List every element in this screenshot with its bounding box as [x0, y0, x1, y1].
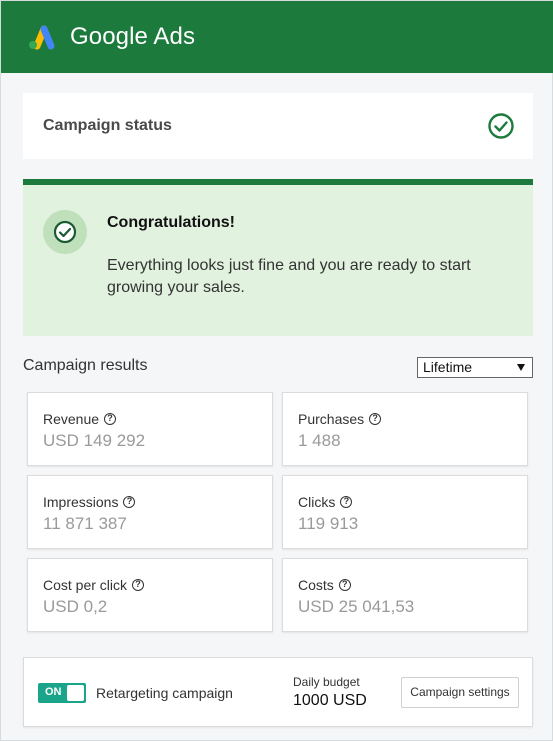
- help-icon[interactable]: ?: [340, 496, 353, 508]
- help-icon[interactable]: ?: [104, 413, 117, 425]
- help-icon[interactable]: ?: [338, 579, 351, 591]
- campaign-status-card: Campaign status: [23, 93, 533, 159]
- metric-label: Revenue: [43, 411, 100, 427]
- metric-label: Impressions: [43, 494, 119, 510]
- period-select[interactable]: Lifetime: [417, 357, 533, 378]
- ads-panel: Google Ads Campaign status Congratulatio…: [0, 0, 553, 741]
- campaign-results-title: Campaign results: [23, 357, 148, 374]
- retargeting-toggle[interactable]: ON: [38, 683, 86, 703]
- daily-budget-value: 1000 USD: [293, 692, 367, 709]
- retargeting-label: Retargeting campaign: [96, 685, 233, 701]
- congrats-title: Congratulations!: [107, 214, 235, 231]
- header-bar: Google Ads: [1, 1, 553, 73]
- toggle-state: ON: [45, 686, 62, 698]
- metric-value: USD 25 041,53: [298, 597, 415, 616]
- metric-label: Costs: [298, 577, 334, 593]
- google-ads-logo-icon: [29, 25, 55, 50]
- metric-card-impressions: Impressions? 11 871 387: [27, 475, 273, 549]
- toggle-knob: [67, 685, 84, 701]
- congrats-badge: [43, 210, 87, 254]
- campaign-status-title: Campaign status: [43, 117, 172, 134]
- metric-label: Cost per click: [43, 577, 128, 593]
- metric-value: USD 149 292: [43, 431, 146, 450]
- congrats-message: Everything looks just fine and you are r…: [107, 257, 471, 296]
- metric-card-clicks: Clicks? 119 913: [282, 475, 528, 549]
- retargeting-card: ON Retargeting campaign Daily budget 100…: [23, 657, 533, 727]
- help-icon[interactable]: ?: [132, 579, 145, 591]
- metric-value: 11 871 387: [43, 514, 127, 533]
- metric-card-purchases: Purchases? 1 488: [282, 392, 528, 466]
- metric-value: 1 488: [298, 431, 341, 450]
- metric-card-costs: Costs? USD 25 041,53: [282, 558, 528, 632]
- metric-label: Clicks: [298, 494, 336, 510]
- campaign-settings-button[interactable]: Campaign settings: [401, 677, 519, 708]
- period-select-value: Lifetime: [423, 359, 473, 375]
- congratulations-banner: Congratulations! Everything looks just f…: [23, 179, 533, 336]
- metric-card-cost-per-click: Cost per click? USD 0,2: [27, 558, 273, 632]
- metric-card-revenue: Revenue? USD 149 292: [27, 392, 273, 466]
- caret-down-icon: [517, 364, 525, 371]
- help-icon[interactable]: ?: [123, 496, 136, 508]
- metric-value: USD 0,2: [43, 597, 108, 616]
- check-circle-icon: [53, 220, 77, 244]
- daily-budget-label: Daily budget: [293, 675, 360, 689]
- brand-title: Google Ads: [70, 23, 196, 50]
- metric-value: 119 913: [298, 514, 359, 533]
- help-icon[interactable]: ?: [369, 413, 382, 425]
- metric-label: Purchases: [298, 411, 365, 427]
- check-circle-icon: [488, 113, 514, 139]
